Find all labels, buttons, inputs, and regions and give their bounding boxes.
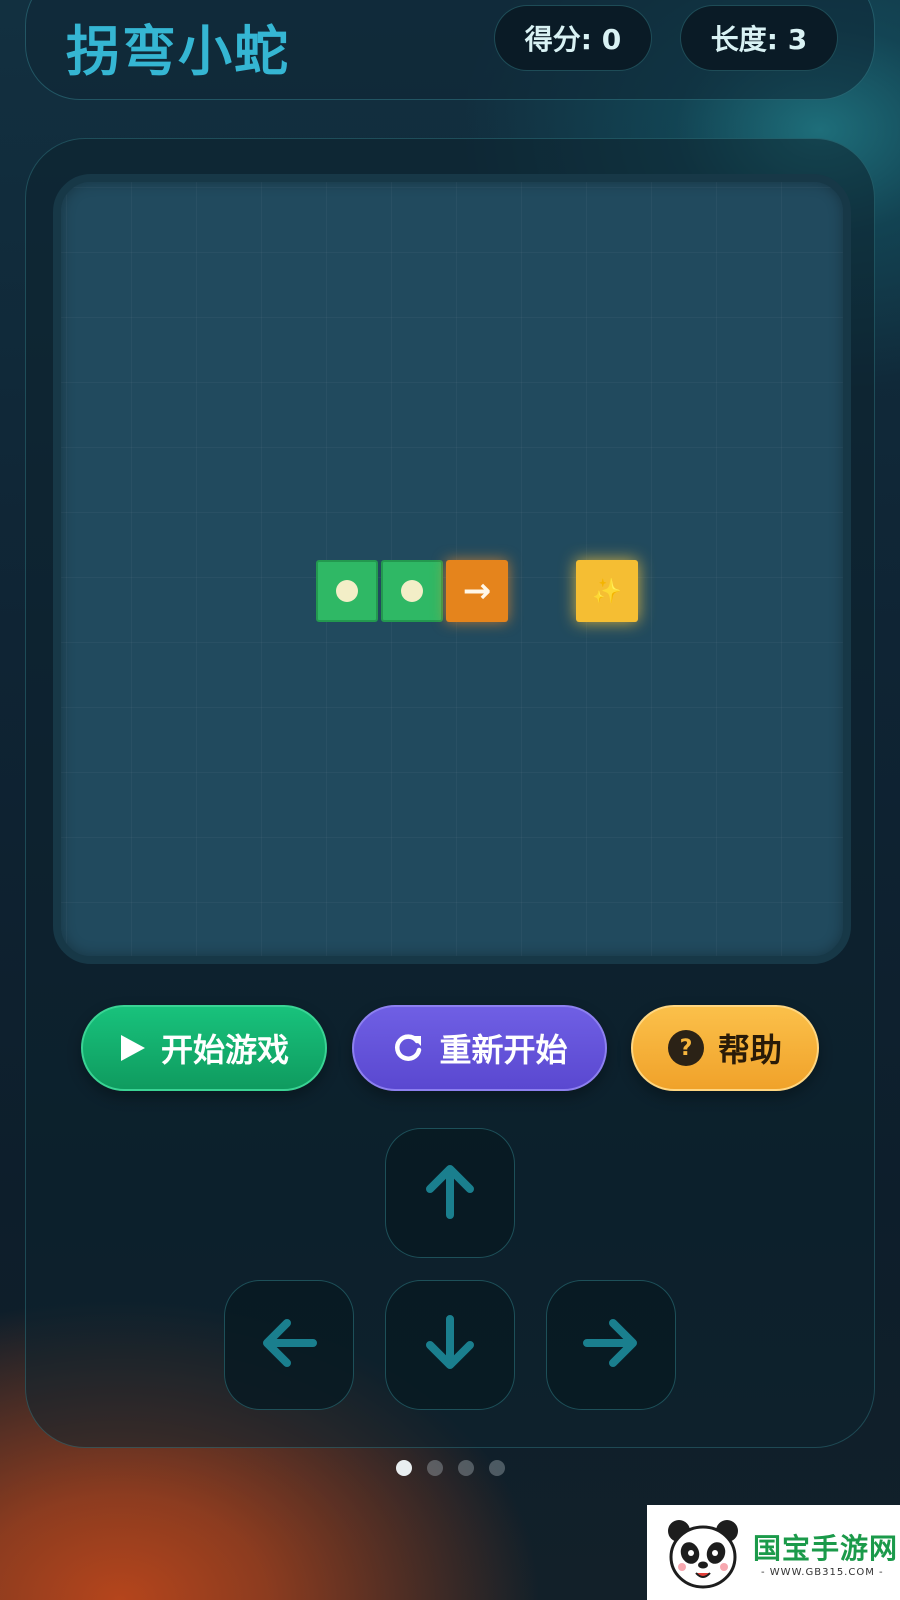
site-watermark: 国宝手游网 - WWW.GB315.COM - bbox=[647, 1505, 900, 1600]
play-icon bbox=[119, 1033, 147, 1063]
snake-body-segment bbox=[316, 560, 378, 622]
food-item: ✨ bbox=[576, 560, 638, 622]
app-title: 拐弯小蛇 bbox=[66, 20, 290, 83]
arrow-left-icon bbox=[259, 1315, 319, 1375]
page-dot[interactable] bbox=[395, 1460, 412, 1476]
top-bar: 拐弯小蛇 得分: 0 长度: 3 bbox=[25, 0, 875, 100]
dpad-up-button[interactable] bbox=[385, 1128, 515, 1258]
length-badge: 长度: 3 bbox=[680, 5, 838, 71]
question-icon: ? bbox=[667, 1030, 704, 1066]
page-indicator bbox=[0, 1460, 900, 1476]
snake-body-segment bbox=[381, 560, 443, 622]
refresh-icon bbox=[391, 1031, 425, 1065]
arrow-up-icon bbox=[422, 1161, 478, 1225]
panda-logo-icon bbox=[665, 1517, 741, 1595]
start-game-label: 开始游戏 bbox=[160, 1031, 289, 1069]
arrow-right-icon bbox=[581, 1315, 641, 1375]
help-label: 帮助 bbox=[717, 1031, 782, 1069]
dpad-right-button[interactable] bbox=[546, 1280, 676, 1410]
page-dot[interactable] bbox=[488, 1460, 505, 1476]
dpad-down-button[interactable] bbox=[385, 1280, 515, 1410]
restart-button[interactable]: 重新开始 bbox=[352, 1005, 607, 1091]
snake-segment-dot bbox=[336, 580, 358, 602]
page-dot[interactable] bbox=[426, 1460, 443, 1476]
watermark-url: - WWW.GB315.COM - bbox=[761, 1567, 884, 1578]
snake-head: → bbox=[446, 560, 508, 622]
watermark-text: 国宝手游网 bbox=[753, 1532, 899, 1565]
game-board[interactable]: → ✨ bbox=[53, 174, 851, 964]
start-game-button[interactable]: 开始游戏 bbox=[81, 1005, 327, 1091]
arrow-down-icon bbox=[422, 1313, 478, 1377]
score-badge: 得分: 0 bbox=[494, 5, 652, 71]
snake-segment-dot bbox=[401, 580, 423, 602]
dpad-left-button[interactable] bbox=[224, 1280, 354, 1410]
help-button[interactable]: ? 帮助 bbox=[631, 1005, 819, 1091]
page-dot[interactable] bbox=[457, 1460, 474, 1476]
restart-label: 重新开始 bbox=[439, 1031, 568, 1069]
